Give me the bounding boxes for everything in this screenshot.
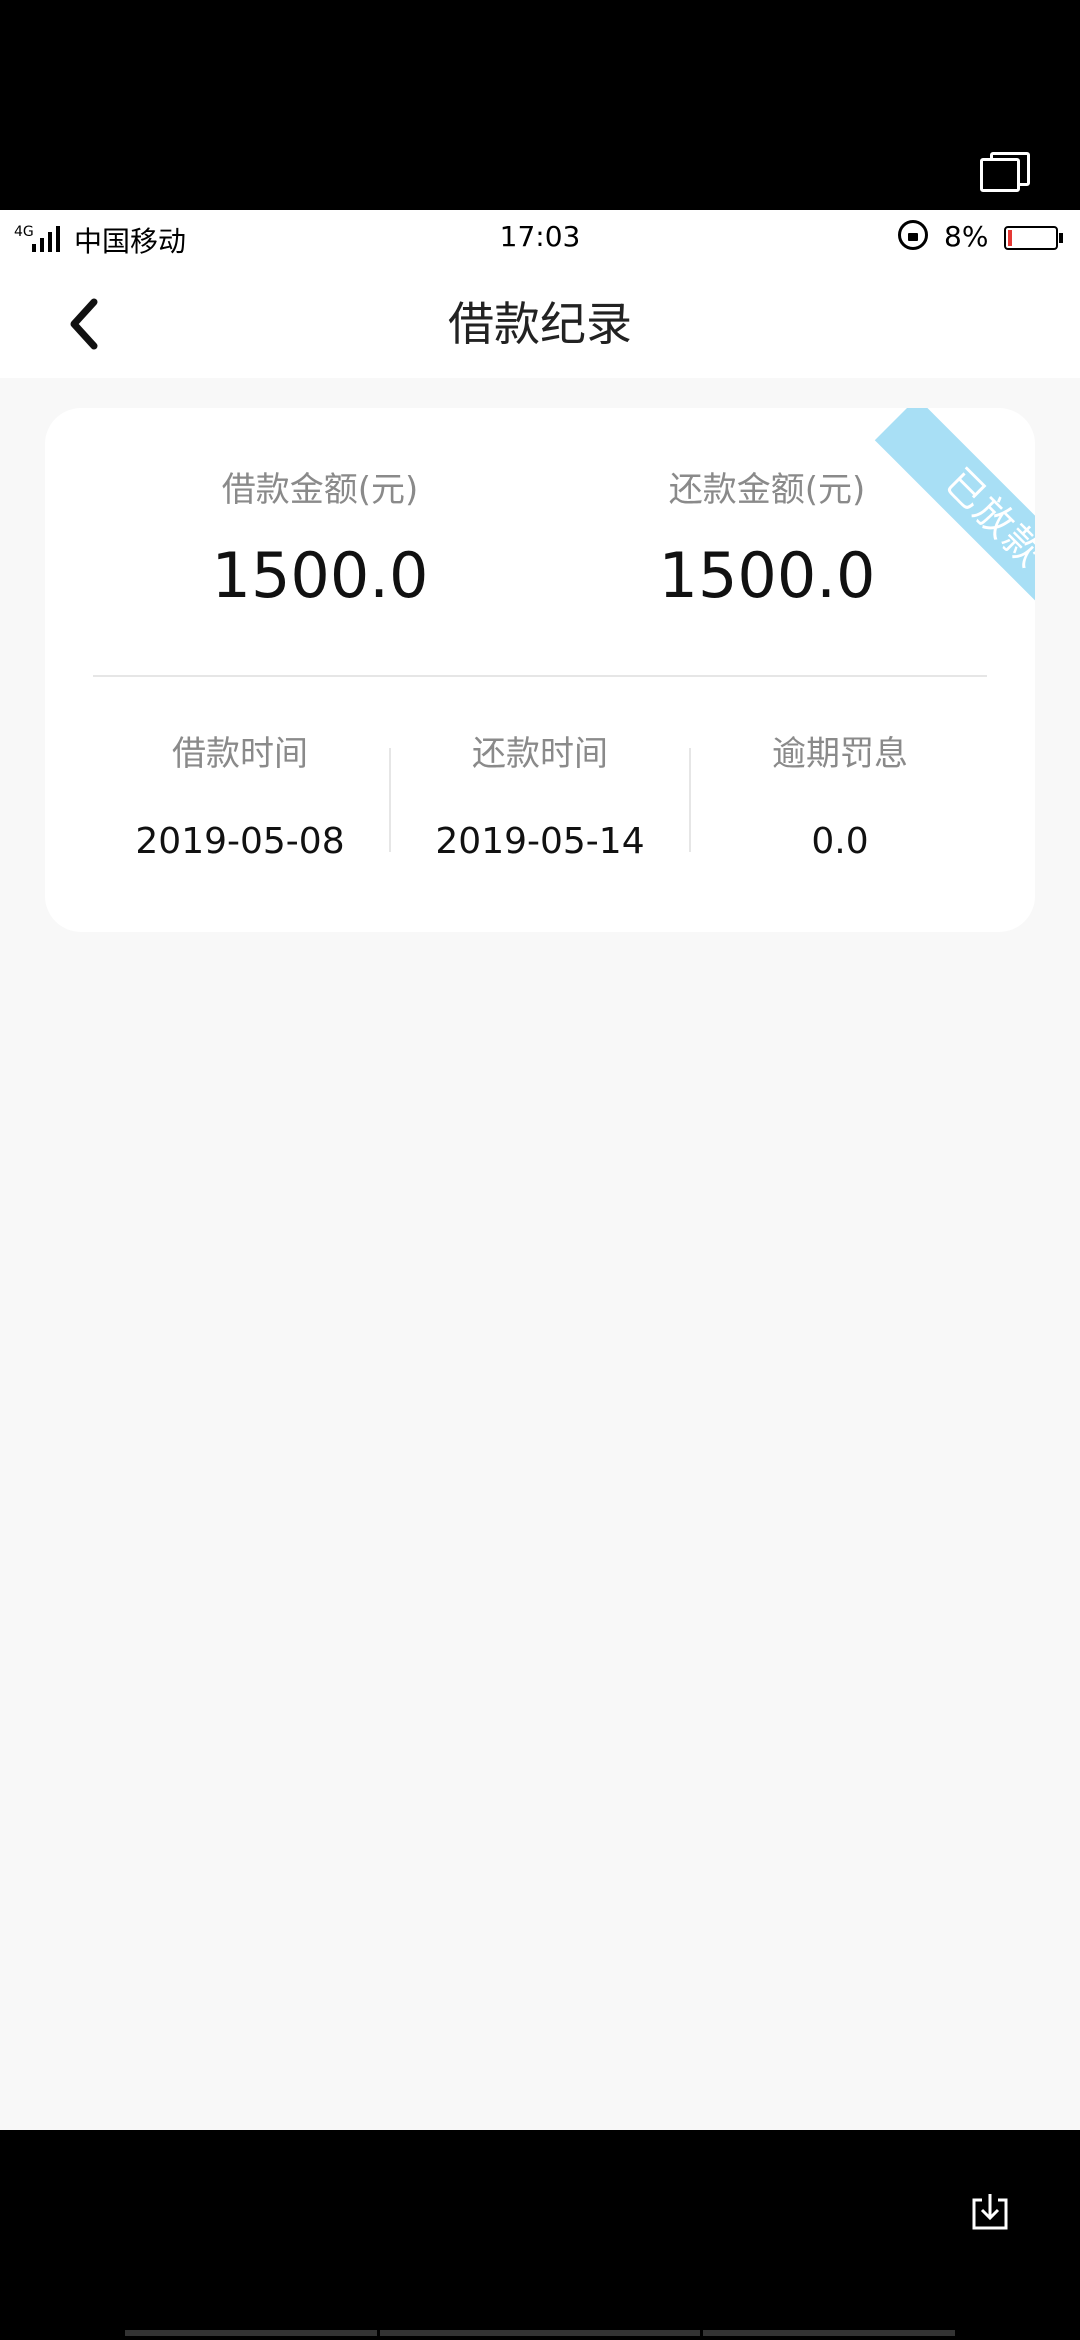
loan-date-label: 借款时间 xyxy=(172,734,308,774)
loan-record-card[interactable]: 已放款 借款金额(元) 1500.0 还款金额(元) 1500.0 借款时间 2… xyxy=(45,408,1035,932)
overdue-label: 逾期罚息 xyxy=(772,734,908,774)
battery-percent: 8% xyxy=(944,220,989,253)
repay-amount-label: 还款金额(元) xyxy=(668,470,866,510)
page-title: 借款纪录 xyxy=(448,297,632,351)
loan-date-block: 借款时间 2019-05-08 xyxy=(90,732,390,866)
battery-icon xyxy=(1004,226,1058,250)
repay-date-label: 还款时间 xyxy=(472,734,608,774)
repay-amount-value: 1500.0 xyxy=(658,539,876,612)
bottom-tab-indicator xyxy=(703,2330,955,2336)
bottom-tab-indicator xyxy=(125,2330,377,2336)
rotation-lock-icon xyxy=(898,220,928,250)
loan-amount-label: 借款金额(元) xyxy=(221,470,419,510)
loan-amount-value: 1500.0 xyxy=(211,539,429,612)
status-bar: 4G 中国移动 17:03 8% xyxy=(0,210,1080,270)
top-system-area xyxy=(0,0,1080,210)
overdue-value: 0.0 xyxy=(811,821,869,862)
battery-level xyxy=(1008,230,1012,246)
repay-date-block: 还款时间 2019-05-14 xyxy=(390,732,690,866)
download-icon[interactable] xyxy=(972,2192,1008,2230)
battery-cap xyxy=(1059,233,1063,243)
window-switch-icon[interactable] xyxy=(980,152,1030,192)
divider xyxy=(93,675,987,677)
bottom-system-area xyxy=(0,2130,1080,2340)
loan-amount-block: 借款金额(元) 1500.0 xyxy=(170,468,470,616)
repay-amount-block: 还款金额(元) 1500.0 xyxy=(617,468,917,616)
loan-date-value: 2019-05-08 xyxy=(135,821,345,862)
repay-date-value: 2019-05-14 xyxy=(435,821,645,862)
status-ribbon-label: 已放款 xyxy=(937,460,1035,576)
overdue-block: 逾期罚息 0.0 xyxy=(690,732,990,866)
nav-bar: 借款纪录 xyxy=(0,270,1080,378)
bottom-tab-indicator xyxy=(380,2330,700,2336)
